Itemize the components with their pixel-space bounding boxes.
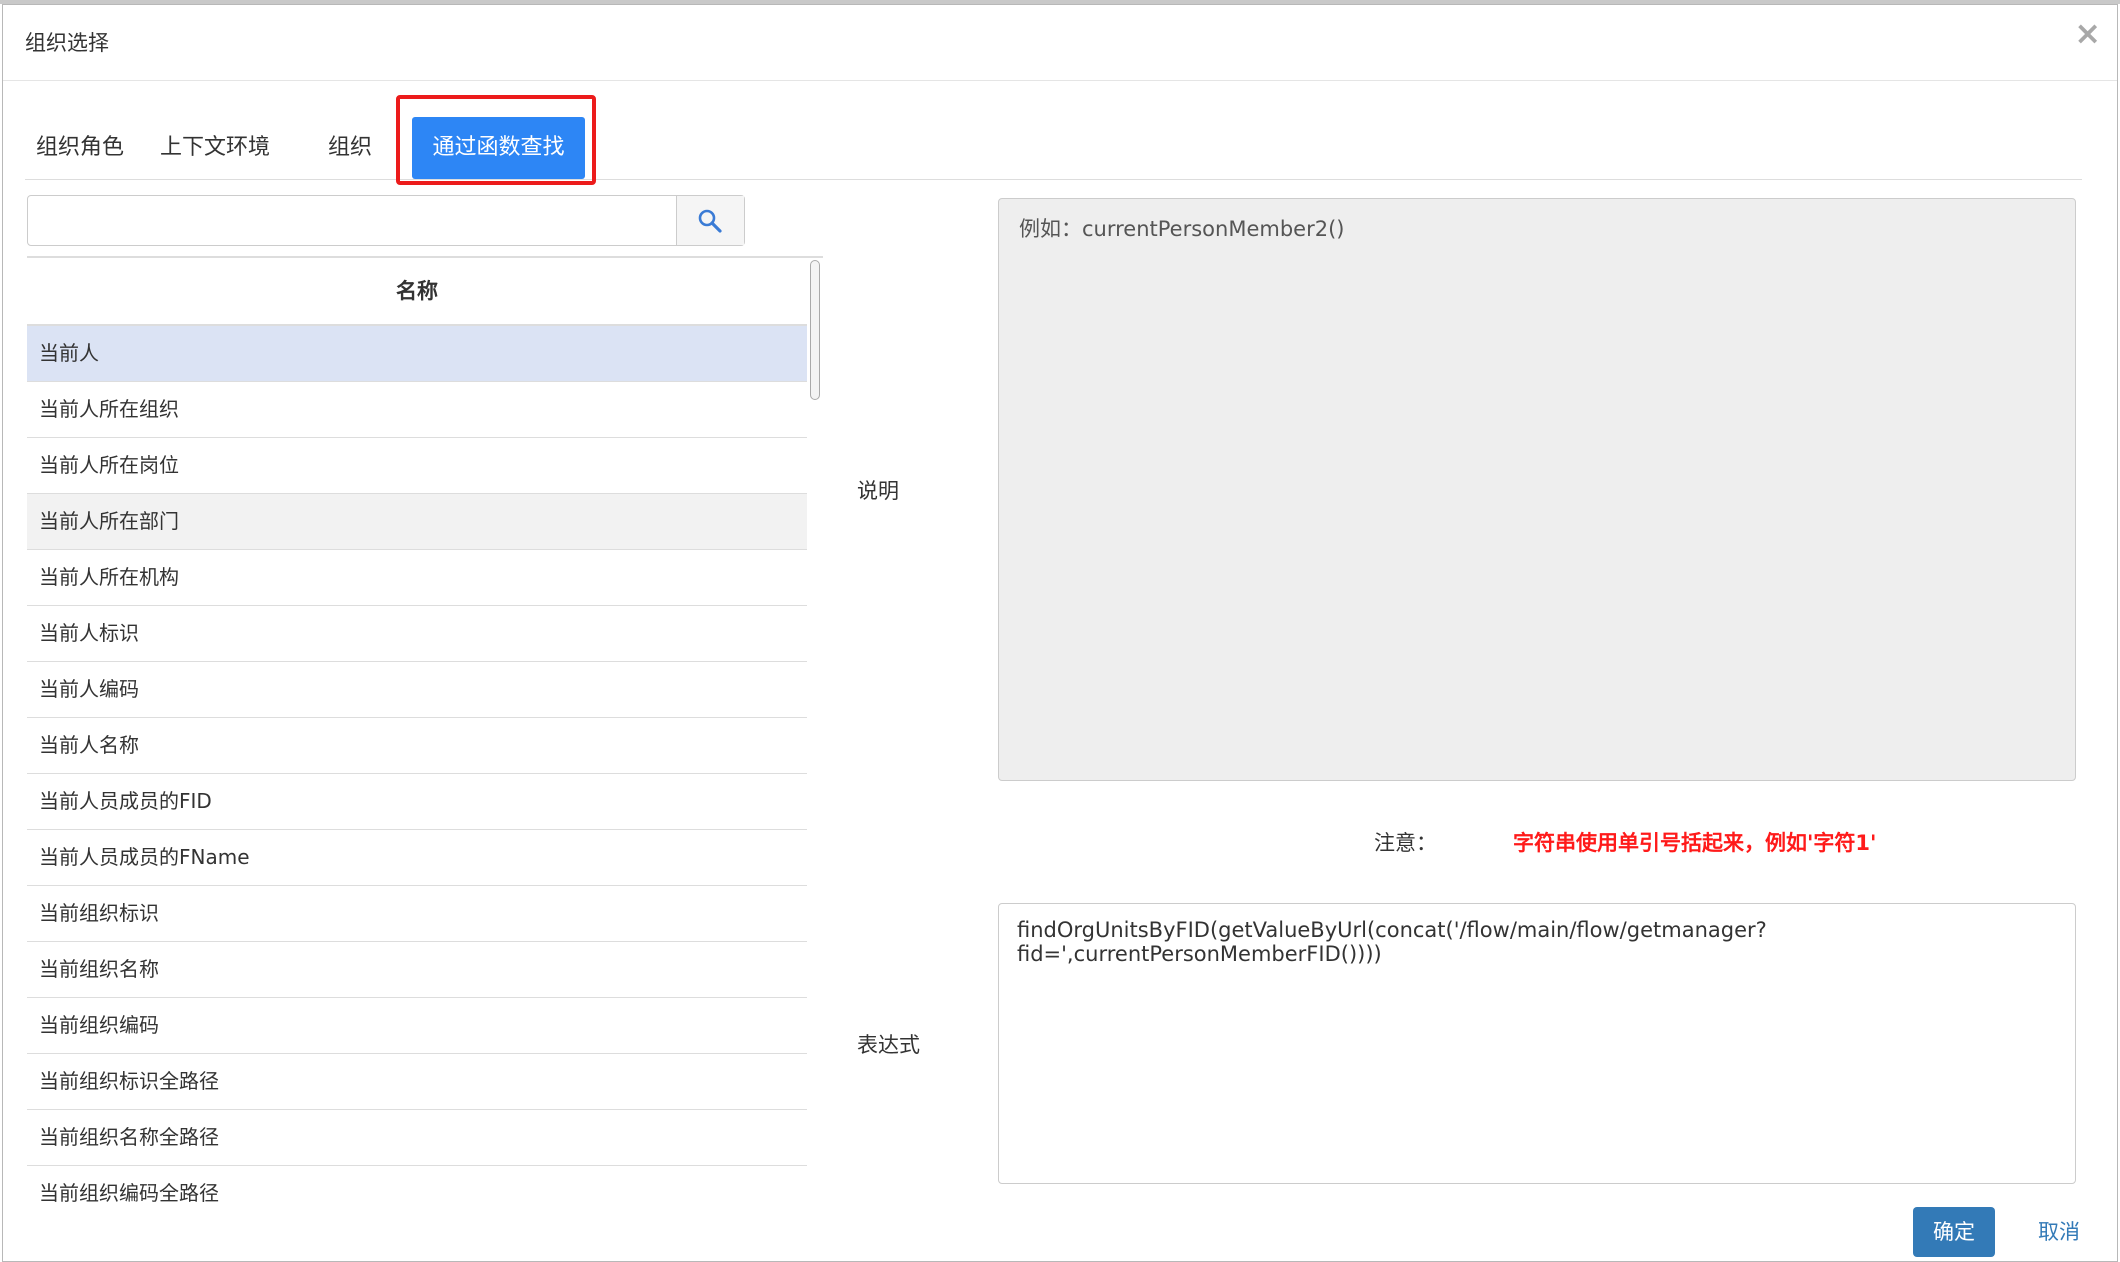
list-item[interactable]: 当前组织编码 <box>27 998 807 1054</box>
list-item[interactable]: 当前组织编码全路径 <box>27 1166 807 1206</box>
list-item[interactable]: 当前人所在岗位 <box>27 438 807 494</box>
list-rows: 当前人 当前人所在组织 当前人所在岗位 当前人所在部门 当前人所在机构 当前人标识 当前人编… <box>27 326 807 1206</box>
search-input[interactable] <box>28 196 676 245</box>
list-item[interactable]: 当前人 <box>27 326 807 382</box>
list-item[interactable]: 当前人编码 <box>27 662 807 718</box>
expression-input[interactable] <box>998 903 2076 1184</box>
confirm-button[interactable]: 确定 <box>1913 1207 1995 1257</box>
list-item[interactable]: 当前人名称 <box>27 718 807 774</box>
expression-label: 表达式 <box>857 1033 920 1057</box>
scrollbar-thumb[interactable] <box>810 260 820 400</box>
tab-context-env[interactable]: 上下文环境 <box>140 117 290 179</box>
list-item[interactable]: 当前人所在机构 <box>27 550 807 606</box>
description-box: 例如：currentPersonMember2() <box>998 198 2076 781</box>
list-item[interactable]: 当前组织标识 <box>27 886 807 942</box>
cancel-button[interactable]: 取消 <box>2038 1207 2080 1257</box>
list-scrollbar[interactable] <box>807 258 823 1206</box>
highlight-annotation <box>396 95 596 185</box>
note-text: 字符串使用单引号括起来，例如'字符1' <box>1513 831 1877 855</box>
search-icon <box>698 209 722 233</box>
dialog-title: 组织选择 <box>25 31 109 55</box>
list-item[interactable]: 当前组织标识全路径 <box>27 1054 807 1110</box>
search-box <box>27 195 745 246</box>
list-item[interactable]: 当前人标识 <box>27 606 807 662</box>
list-item[interactable]: 当前人员成员的FID <box>27 774 807 830</box>
description-text: 例如：currentPersonMember2() <box>1019 217 1345 241</box>
column-header-name: 名称 <box>27 258 807 326</box>
dialog-header: 组织选择 × <box>3 5 2117 81</box>
search-button[interactable] <box>676 196 744 245</box>
list-item[interactable]: 当前人员成员的FName <box>27 830 807 886</box>
tab-org-role[interactable]: 组织角色 <box>25 117 135 179</box>
description-label: 说明 <box>857 479 899 503</box>
close-icon[interactable]: × <box>2074 17 2101 49</box>
function-list: 名称 当前人 当前人所在组织 当前人所在岗位 当前人所在部门 当前人所在机构 当前人标识当… <box>27 256 823 1206</box>
tab-org[interactable]: 组织 <box>315 117 385 179</box>
tab-bar: 组织角色 上下文环境 组织 通过函数查找 <box>25 117 2082 180</box>
note-label: 注意： <box>1374 831 1437 855</box>
list-item[interactable]: 当前组织名称 <box>27 942 807 998</box>
list-item[interactable]: 当前人所在部门 <box>27 494 807 550</box>
org-select-dialog: 组织选择 × 组织角色 上下文环境 组织 通过函数查找 名称 当前人 当前人所在组… <box>2 4 2118 1262</box>
list-item[interactable]: 当前人所在组织 <box>27 382 807 438</box>
list-item[interactable]: 当前组织名称全路径 <box>27 1110 807 1166</box>
